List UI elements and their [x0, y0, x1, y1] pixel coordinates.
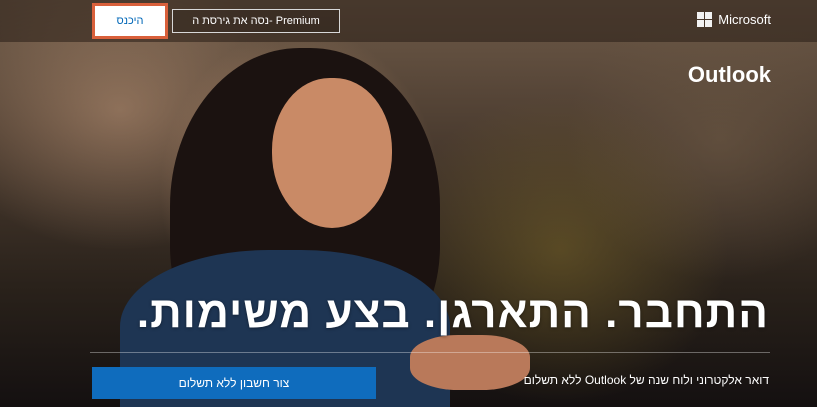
sign-in-button[interactable]: היכנס: [95, 6, 165, 36]
brand-name: Microsoft: [718, 12, 771, 27]
top-navigation-bar: Microsoft נסה את גירסת ה- Premium היכנס: [0, 0, 817, 42]
hero-photo-hand: [410, 335, 530, 390]
hero-photo-face: [272, 78, 392, 228]
create-free-account-button[interactable]: צור חשבון ללא תשלום: [92, 367, 376, 399]
hero-subtext: דואר אלקטרוני ולוח שנה של Outlook ללא תש…: [523, 373, 769, 387]
brand[interactable]: Microsoft: [697, 12, 771, 27]
product-name: Outlook: [687, 62, 771, 87]
try-premium-button[interactable]: נסה את גירסת ה- Premium: [172, 9, 340, 33]
hero-headline: התחבר. התארגן. בצע משימות.: [136, 288, 769, 337]
hero-section: Microsoft נסה את גירסת ה- Premium היכנס …: [0, 0, 817, 407]
hero-divider: [90, 352, 770, 353]
microsoft-logo-icon: [697, 12, 713, 27]
